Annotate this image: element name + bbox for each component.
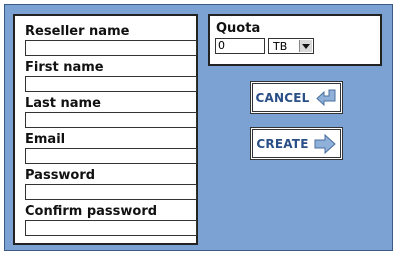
cancel-button[interactable]: CANCEL [252, 83, 341, 112]
cancel-button-label: CANCEL [255, 90, 310, 105]
quota-unit-select[interactable]: TB [268, 38, 314, 54]
last-name-label: Last name [25, 96, 101, 111]
quota-unit-value: TB [273, 40, 288, 53]
email-input[interactable] [25, 148, 197, 164]
chevron-down-icon[interactable] [299, 40, 312, 52]
email-label: Email [25, 132, 66, 147]
confirm-password-label: Confirm password [25, 204, 158, 219]
first-name-input[interactable] [25, 76, 197, 92]
password-input[interactable] [25, 184, 197, 200]
create-button-label: CREATE [256, 136, 309, 151]
password-label: Password [25, 168, 96, 183]
return-arrow-icon [315, 89, 335, 106]
confirm-password-input[interactable] [25, 220, 197, 236]
first-name-label: First name [25, 60, 104, 75]
user-details-panel: Reseller name First name Last name Email… [13, 14, 198, 245]
dialog-frame: Reseller name First name Last name Email… [4, 4, 393, 251]
create-button[interactable]: CREATE [252, 129, 341, 158]
quota-panel: Quota TB [208, 14, 382, 66]
quota-label: Quota [216, 21, 261, 36]
reseller-name-label: Reseller name [25, 24, 130, 39]
right-arrow-icon [314, 133, 336, 154]
last-name-input[interactable] [25, 112, 197, 128]
quota-input[interactable] [215, 38, 265, 54]
reseller-name-input[interactable] [25, 40, 197, 56]
